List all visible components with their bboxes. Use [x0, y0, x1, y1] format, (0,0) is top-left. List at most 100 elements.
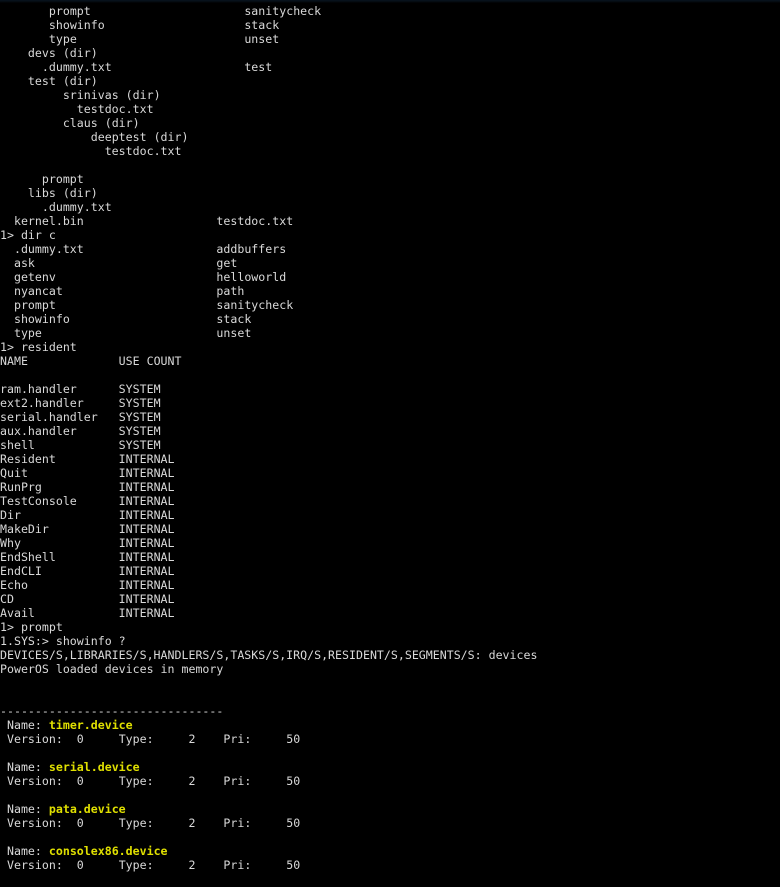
terminal-text: 0: [76, 858, 84, 872]
terminal-line: prompt: [0, 172, 780, 186]
terminal-gap: [195, 816, 223, 830]
terminal-gap: [195, 858, 223, 872]
terminal-gap: [0, 858, 7, 872]
terminal-gap: [77, 424, 119, 438]
terminal-line: nyancat path: [0, 284, 780, 298]
device-name-text: serial.device: [48, 760, 140, 774]
terminal-line: Version: 0 Type: 2 Pri: 50: [0, 732, 780, 746]
terminal-line: Avail INTERNAL: [0, 606, 780, 620]
terminal-gap: [0, 816, 7, 830]
terminal-text: helloworld: [216, 270, 287, 284]
terminal-text: 50: [286, 858, 301, 872]
terminal-gap: [21, 508, 119, 522]
terminal-line: Dir INTERNAL: [0, 508, 780, 522]
terminal-gap: [105, 18, 245, 32]
terminal-line: testdoc.txt: [0, 102, 780, 116]
terminal-text: SYSTEM: [118, 396, 161, 410]
terminal-text: addbuffers: [216, 242, 287, 256]
terminal-text: prompt: [41, 172, 84, 186]
terminal-text: INTERNAL: [118, 578, 175, 592]
terminal-gap: [35, 256, 216, 270]
terminal-text: unset: [216, 326, 252, 340]
terminal-line: Name: pata.device: [0, 802, 780, 816]
terminal-text: Type:: [118, 858, 154, 872]
terminal-gap: [0, 186, 28, 200]
terminal-text: Avail: [0, 606, 35, 620]
terminal-gap: [42, 564, 119, 578]
window-top-edge: [0, 0, 780, 3]
terminal-gap: [0, 760, 7, 774]
terminal-gap: [0, 214, 14, 228]
terminal-text: type: [13, 326, 42, 340]
terminal-text: Pri:: [223, 732, 252, 746]
terminal-text: Version:: [6, 732, 63, 746]
terminal-text: Type:: [118, 774, 154, 788]
terminal-text: shell: [0, 438, 35, 452]
terminal-gap: [28, 466, 119, 480]
terminal-gap: [154, 816, 189, 830]
terminal-text: TestConsole: [0, 494, 77, 508]
terminal-text: Name:: [6, 802, 49, 816]
terminal-gap: [42, 480, 119, 494]
terminal-text: 50: [286, 774, 301, 788]
terminal-screen[interactable]: prompt sanitycheck showinfo stack type u…: [0, 4, 780, 887]
terminal-gap: [91, 4, 245, 18]
terminal-text: nyancat: [13, 284, 63, 298]
terminal-line: Version: 0 Type: 2 Pri: 50: [0, 816, 780, 830]
terminal-text: INTERNAL: [118, 508, 175, 522]
terminal-line: prompt sanitycheck: [0, 4, 780, 18]
terminal-gap: [63, 774, 77, 788]
terminal-text: aux.handler: [0, 424, 77, 438]
terminal-text: Quit: [0, 466, 28, 480]
terminal-text: test (dir): [27, 74, 98, 88]
terminal-line: Name: timer.device: [0, 718, 780, 732]
terminal-line: MakeDir INTERNAL: [0, 522, 780, 536]
terminal-line: .dummy.txt addbuffers: [0, 242, 780, 256]
terminal-text: INTERNAL: [118, 592, 175, 606]
terminal-text: SYSTEM: [118, 438, 161, 452]
terminal-gap: [0, 732, 7, 746]
terminal-gap: [49, 522, 119, 536]
terminal-gap: [0, 326, 14, 340]
terminal-text: Version:: [6, 816, 63, 830]
terminal-line: getenv helloworld: [0, 270, 780, 284]
terminal-gap: [154, 732, 189, 746]
terminal-text: Resident: [0, 452, 56, 466]
terminal-gap: [28, 354, 119, 368]
terminal-text: testdoc.txt: [216, 214, 294, 228]
terminal-text: 0: [76, 732, 84, 746]
terminal-text: Version:: [6, 858, 63, 872]
terminal-text: INTERNAL: [118, 606, 175, 620]
terminal-gap: [0, 256, 14, 270]
terminal-line: testdoc.txt: [0, 144, 780, 158]
terminal-gap: [0, 802, 7, 816]
terminal-text: srinivas (dir): [62, 88, 161, 102]
terminal-gap: [154, 858, 189, 872]
terminal-text: INTERNAL: [118, 564, 175, 578]
terminal-line: EndCLI INTERNAL: [0, 564, 780, 578]
terminal-line: EndShell INTERNAL: [0, 550, 780, 564]
terminal-text: NAME: [0, 354, 28, 368]
terminal-line: TestConsole INTERNAL: [0, 494, 780, 508]
terminal-gap: [0, 312, 14, 326]
terminal-text: Type:: [118, 732, 154, 746]
terminal-gap: [0, 144, 105, 158]
terminal-gap: [251, 732, 286, 746]
terminal-gap: [251, 774, 286, 788]
terminal-text: SYSTEM: [118, 410, 161, 424]
terminal-text: ask: [13, 256, 35, 270]
terminal-window[interactable]: prompt sanitycheck showinfo stack type u…: [0, 0, 780, 887]
terminal-text: Version:: [6, 774, 63, 788]
terminal-text: ram.handler: [0, 382, 77, 396]
terminal-text: stack: [216, 312, 252, 326]
terminal-text: sanitycheck: [244, 4, 322, 18]
terminal-text: INTERNAL: [118, 466, 175, 480]
terminal-gap: [0, 18, 49, 32]
terminal-gap: [14, 592, 119, 606]
terminal-text: claus (dir): [62, 116, 140, 130]
terminal-gap: [35, 606, 119, 620]
terminal-line: prompt sanitycheck: [0, 298, 780, 312]
terminal-gap: [0, 74, 28, 88]
